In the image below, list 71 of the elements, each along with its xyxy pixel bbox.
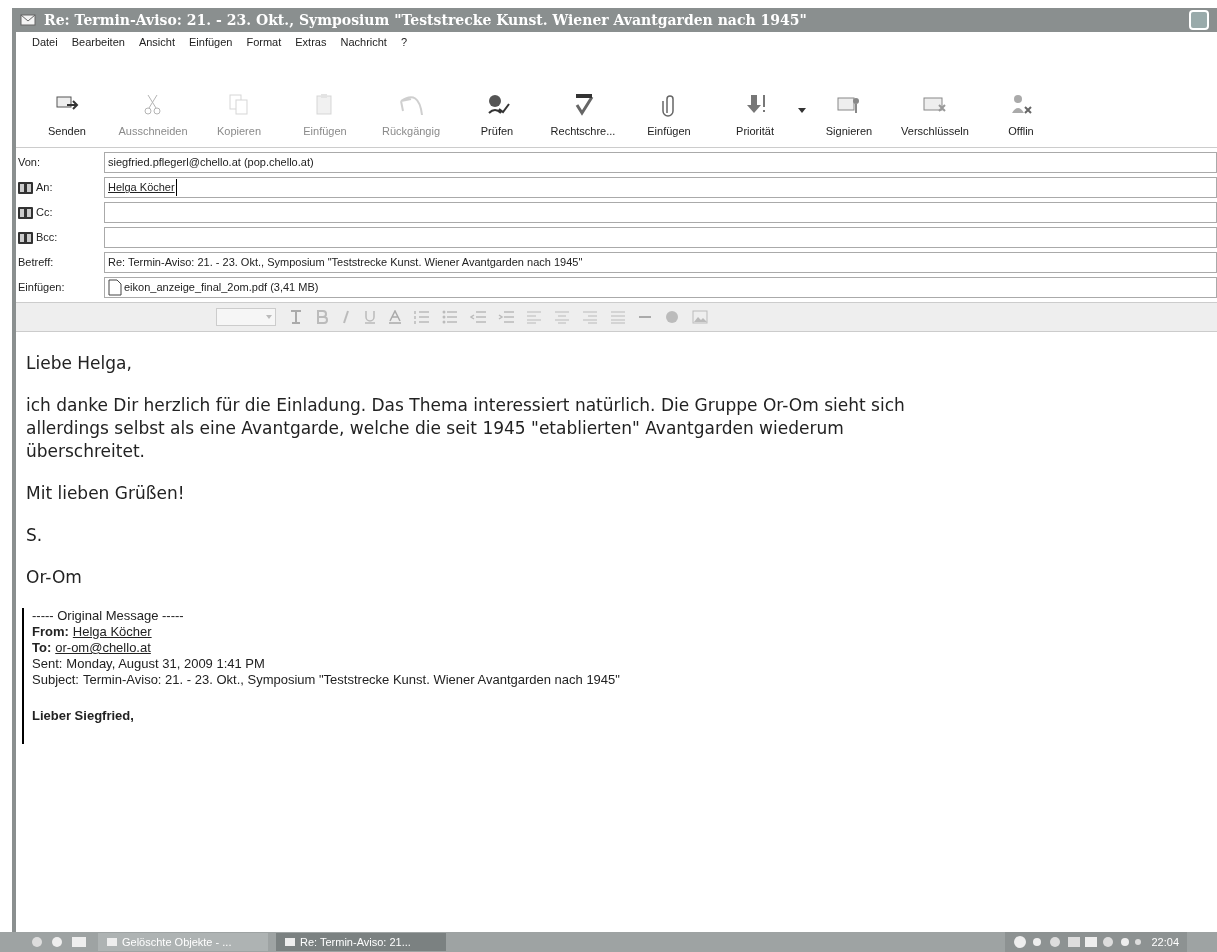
window-title: Re: Termin-Aviso: 21. - 23. Okt., Symposium "Teststrecke Kunst. Wiener Avantgarden nach 1945" (44, 10, 807, 30)
input-field[interactable] (104, 202, 1217, 223)
envelope-icon (20, 13, 36, 27)
address-book-icon[interactable] (18, 181, 33, 194)
align-center-icon[interactable] (554, 310, 570, 324)
menu-item[interactable]: Einfügen (189, 33, 233, 51)
menu-item[interactable]: Extras (295, 33, 327, 51)
align-right-icon[interactable] (582, 310, 598, 324)
message-paragraph: Or-Om (26, 566, 83, 589)
header-label: From: (32, 624, 69, 640)
email-link[interactable]: or-om@chello.at (55, 640, 151, 656)
italic-icon[interactable] (340, 310, 352, 324)
toolbar-button[interactable]: Senden (24, 90, 110, 139)
outdent-icon[interactable] (470, 310, 486, 324)
greeting: Lieber Siegfried, (32, 708, 135, 724)
toolbar-button[interactable]: Verschlüsseln (892, 90, 978, 139)
numbered-list-icon[interactable] (414, 310, 430, 324)
header-value: Termin-Aviso: 21. - 23. Okt., Symposium "Teststrecke Kunst. Wiener Avantgarden nach 1945" (83, 672, 620, 688)
field-label: Betreff: (18, 255, 54, 271)
message-paragraph: Liebe Helga, (26, 352, 133, 375)
field-label: Bcc: (36, 230, 58, 246)
toolbar-button[interactable]: Signieren (806, 90, 892, 139)
menu-item[interactable]: Format (246, 33, 282, 51)
field-label: Cc: (36, 205, 53, 221)
address-book-icon[interactable] (18, 231, 33, 244)
input-field[interactable]: Helga Köcher (104, 177, 1217, 198)
bullet-list-icon[interactable] (442, 310, 458, 324)
input-field[interactable] (104, 227, 1217, 248)
toolbar-button[interactable]: Einfügen (626, 90, 712, 139)
field-label: An: (36, 180, 53, 196)
toolbar-button[interactable]: Rechtschre... (540, 90, 626, 139)
clock: 22:04 (1151, 934, 1179, 950)
field-label: Einfügen: (18, 280, 65, 296)
attachment-field[interactable]: eikon_anzeige_final_2om.pdf (3,41 MB) (104, 277, 1217, 298)
justify-icon[interactable] (610, 310, 626, 324)
menu-item[interactable]: Nachricht (340, 33, 387, 51)
menu-item[interactable]: Ansicht (138, 33, 175, 51)
dropdown-caret-icon[interactable] (798, 108, 806, 113)
image-icon[interactable] (692, 310, 708, 324)
email-link[interactable]: Helga Köcher (72, 624, 152, 640)
input-field[interactable]: siegfried.pflegerl@chello.at (pop.chello.at) (104, 152, 1217, 173)
toolbar-button[interactable]: Prüfen (454, 90, 540, 139)
toolbar-button[interactable]: Offlin (978, 90, 1064, 139)
quote-header: ----- Original Message ----- (32, 608, 185, 624)
message-paragraph: S. (26, 524, 44, 547)
indent-icon[interactable] (498, 310, 514, 324)
window-icon (106, 936, 118, 948)
document-icon (108, 279, 122, 296)
text-style-icon[interactable] (288, 309, 304, 325)
tray-icons-drawing[interactable] (1013, 935, 1144, 949)
header-label: Subject: (32, 672, 79, 688)
message-paragraph: Mit lieben Grüßen! (26, 482, 186, 505)
menu-item[interactable]: Datei (32, 33, 58, 51)
bold-icon[interactable] (316, 310, 328, 324)
window-icon (284, 936, 296, 948)
minimize-button[interactable] (1189, 10, 1209, 30)
font-color-icon[interactable] (388, 310, 402, 324)
address-book-icon[interactable] (18, 206, 33, 219)
message-paragraph: ich danke Dir herzlich für die Einladung. Das Thema interessiert natürlich. Die Gruppe Or-Om sieht sich allerdings selbst als eine Avantgarde, welche die seit 1945 "etablierten" Avantgarden wiederum überschreitet. (26, 394, 906, 463)
header-value: Monday, August 31, 2009 1:41 PM (66, 656, 265, 672)
taskbar-button[interactable]: Re: Termin-Aviso: 21... (276, 933, 446, 951)
header-label: To: (32, 640, 52, 656)
menu-item[interactable]: Bearbeiten (71, 33, 125, 51)
header-label: Sent: (32, 656, 63, 672)
align-left-icon[interactable] (526, 310, 542, 324)
underline-icon[interactable] (364, 310, 376, 324)
menu-item[interactable]: ? (400, 33, 408, 51)
toolbar-button[interactable]: Priorität (712, 90, 798, 139)
field-label: Von: (18, 155, 41, 171)
font-size-dropdown-icon[interactable] (216, 308, 276, 326)
input-field[interactable]: Re: Termin-Aviso: 21. - 23. Okt., Symposium "Teststrecke Kunst. Wiener Avantgarden nach 1945" (104, 252, 1217, 273)
